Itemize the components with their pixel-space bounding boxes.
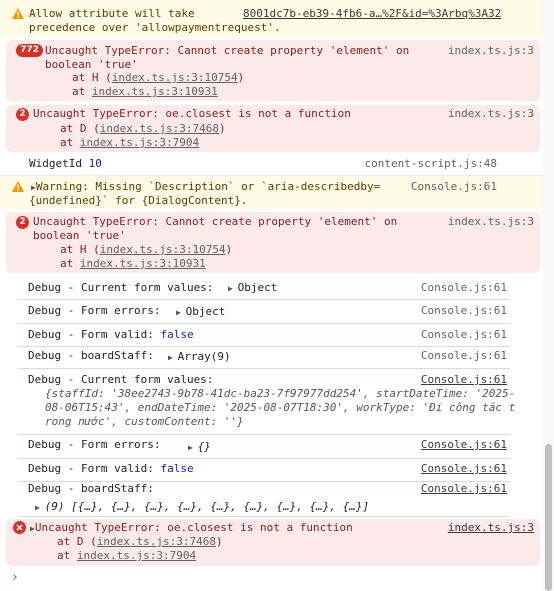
message-text: boolean 'true' — [45, 58, 138, 71]
message-text: boolean 'true' — [33, 229, 126, 242]
source-link[interactable]: Console.js:61 — [421, 349, 507, 363]
object-preview[interactable]: ▶ Object — [228, 281, 277, 296]
warning-icon — [12, 8, 24, 19]
object-preview[interactable]: ▶ Object — [176, 305, 225, 320]
stack-link[interactable]: index.ts.js:3:7468 — [100, 122, 219, 135]
object-literal[interactable]: {staffId: '38ee2743-9b78-41dc-ba23-7f979… — [45, 387, 515, 401]
message-text: Allow attribute will take — [29, 7, 195, 20]
console-log-debug: Debug - Form errors: ▶ Object Console.js… — [18, 301, 510, 324]
object-preview[interactable]: ▶ {} — [188, 440, 211, 455]
source-link[interactable]: index.ts.js:3 — [448, 107, 534, 121]
object-preview[interactable]: ▶ Array(9) — [168, 350, 231, 365]
message-text: Debug - Form errors: — [28, 438, 161, 451]
message-text: precedence over 'allowpaymentrequest'. — [29, 21, 281, 34]
error-count-badge: 2 — [16, 216, 29, 229]
console-log-debug: Debug - Form valid: false Console.js:61 — [18, 460, 510, 482]
stack-frame: at index.ts.js:3:7904 — [57, 549, 197, 562]
stack-frame: at D (index.ts.js:3:7468) — [57, 535, 223, 548]
source-link[interactable]: Console.js:61 — [421, 373, 507, 387]
stack-frame: at H (index.ts.js:3:10754) — [72, 71, 245, 84]
console-log-debug: Debug - Form valid: false Console.js:61 — [18, 325, 510, 347]
source-link[interactable]: Console.js:61 — [421, 304, 507, 318]
source-link[interactable]: 8001dc7b-eb39-4fb6-a…%2F&id=%3Arbq%3A32 — [243, 7, 501, 21]
console-prompt[interactable]: › — [0, 570, 543, 590]
source-link[interactable]: Console.js:61 — [411, 180, 497, 194]
console-log-debug-expanded: Debug - Current form values: Console.js:… — [18, 370, 515, 435]
console-error-create-property: 772 Uncaught TypeError: Cannot create pr… — [6, 40, 540, 101]
stack-frame: at H (index.ts.js:3:10754) — [60, 243, 233, 256]
message-text: Uncaught TypeError: Cannot create proper… — [33, 215, 398, 228]
array-preview[interactable]: ▶ (9) [{…}, {…}, {…}, {…}, {…}, {…}, {…}… — [35, 500, 369, 515]
expand-caret-icon[interactable]: ▶ — [35, 503, 45, 512]
stack-link[interactable]: index.ts.js:3:7904 — [80, 136, 199, 149]
stack-link[interactable]: index.ts.js:3:10931 — [80, 257, 206, 270]
error-count-badge: 2 — [16, 108, 29, 121]
console-log-debug: Debug - Current form values: ▶ Object Co… — [18, 278, 510, 300]
expand-caret-icon[interactable]: ▶ — [188, 443, 198, 452]
object-literal: rong nước', customContent: ''} — [45, 415, 244, 428]
source-link[interactable]: index.ts.js:3 — [448, 521, 534, 535]
message-text: Debug - boardStaff: — [28, 349, 154, 362]
console-log-debug: Debug - boardStaff: ▶ Array(9) Console.j… — [18, 347, 510, 369]
error-count-badge: 772 — [16, 44, 43, 57]
message-text: Uncaught TypeError: Cannot create proper… — [45, 44, 410, 57]
expand-caret-icon[interactable]: ▶ — [228, 284, 238, 293]
message-text: Debug - Current form values: — [28, 373, 214, 386]
object-literal: 08-06T15:43', endDateTime: '2025-08-07T1… — [45, 401, 516, 414]
message-text: ▶Uncaught TypeError: oe.closest is not a… — [30, 521, 353, 534]
console-error-closest: 2 Uncaught TypeError: oe.closest is not … — [6, 105, 540, 152]
console-error-closest: ▶Uncaught TypeError: oe.closest is not a… — [6, 519, 540, 566]
scrollbar-thumb[interactable] — [545, 444, 552, 591]
stack-link[interactable]: index.ts.js:3:7468 — [97, 535, 216, 548]
source-link[interactable]: content-script.js:48 — [365, 157, 497, 171]
message-text: Debug - boardStaff: — [28, 482, 154, 495]
source-link[interactable]: index.ts.js:3 — [448, 215, 534, 229]
source-link[interactable]: Console.js:61 — [421, 328, 507, 342]
console-log-debug: Debug - boardStaff: Console.js:61 ▶ (9) … — [18, 482, 510, 517]
message-text: Debug - Form valid: false — [28, 462, 194, 475]
vertical-scrollbar[interactable] — [543, 0, 554, 591]
message-text: Debug - Form valid: false — [28, 328, 194, 341]
message-text: ▶Warning: Missing `Description` or `aria… — [31, 180, 381, 193]
stack-frame: at index.ts.js:3:10931 — [72, 85, 218, 98]
source-link[interactable]: Console.js:61 — [421, 482, 507, 496]
message-text: Debug - Current form values: — [28, 281, 214, 294]
stack-frame: at index.ts.js:3:7904 — [60, 136, 200, 149]
source-link[interactable]: index.ts.js:3 — [448, 44, 534, 58]
expand-caret-icon[interactable]: ▶ — [176, 308, 186, 317]
prompt-chevron-icon: › — [11, 570, 19, 585]
message-text: Uncaught TypeError: oe.closest is not a … — [33, 107, 351, 120]
stack-frame: at index.ts.js:3:10931 — [60, 257, 206, 270]
console-log-widgetid: WidgetId 10 content-script.js:48 — [0, 155, 543, 175]
console-log-debug: Debug - Form errors: ▶ {} Console.js:61 — [18, 436, 510, 459]
message-text: {undefined}` for {DialogContent}. — [29, 194, 248, 207]
stack-link[interactable]: index.ts.js:3:10931 — [92, 85, 218, 98]
stack-link[interactable]: index.ts.js:3:10754 — [112, 71, 238, 84]
error-icon — [13, 521, 26, 534]
warning-icon — [12, 181, 24, 192]
source-link[interactable]: Console.js:61 — [421, 281, 507, 295]
message-text: WidgetId 10 — [29, 157, 102, 170]
message-text: Debug - Form errors: — [28, 304, 161, 317]
stack-link[interactable]: index.ts.js:3:7904 — [77, 549, 196, 562]
stack-frame: at D (index.ts.js:3:7468) — [60, 122, 226, 135]
console-error-create-property: 2 Uncaught TypeError: Cannot create prop… — [6, 212, 540, 273]
console-warning-allow-attribute: Allow attribute will take precedence ove… — [0, 0, 543, 37]
source-link[interactable]: Console.js:61 — [421, 462, 507, 476]
source-link[interactable]: Console.js:61 — [421, 438, 507, 452]
console-warning-description: ▶Warning: Missing `Description` or `aria… — [0, 176, 543, 209]
stack-link[interactable]: index.ts.js:3:10754 — [100, 243, 226, 256]
expand-caret-icon[interactable]: ▶ — [168, 353, 178, 362]
